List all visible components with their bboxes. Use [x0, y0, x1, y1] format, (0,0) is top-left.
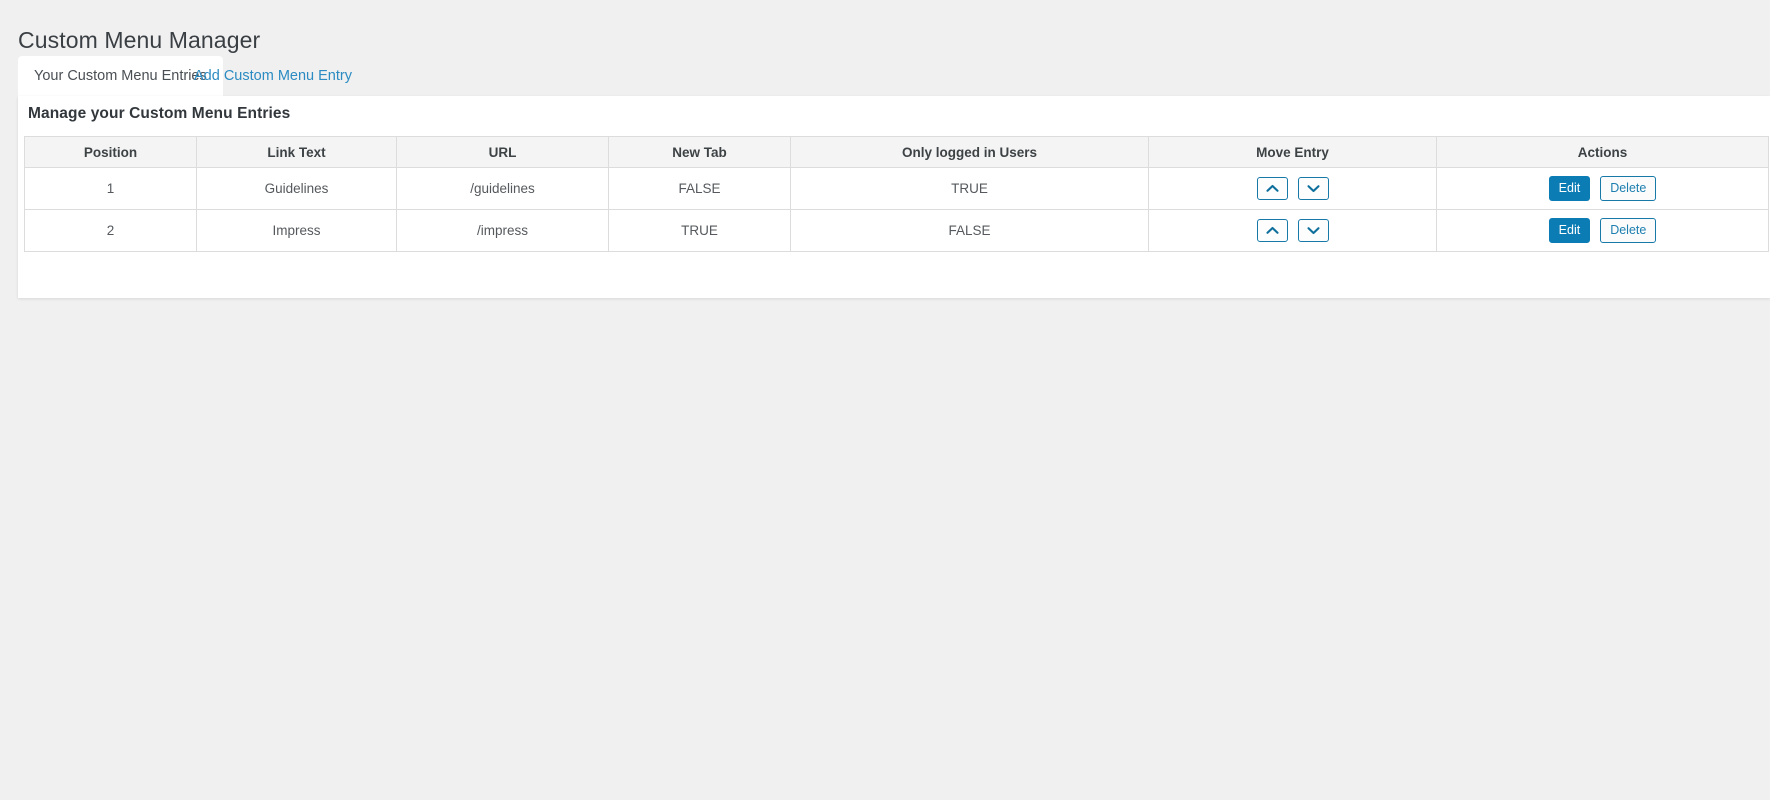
move-down-button[interactable]: [1297, 219, 1329, 242]
column-header-new-tab: New Tab: [608, 136, 791, 168]
chevron-down-icon: [1306, 184, 1320, 193]
cell-url: /impress: [396, 209, 609, 252]
cell-actions: Edit Delete: [1436, 167, 1769, 210]
cell-only-logged-in-users: TRUE: [790, 167, 1149, 210]
cell-new-tab: FALSE: [608, 167, 791, 210]
move-buttons-group: [1149, 219, 1436, 242]
column-header-position: Position: [24, 136, 197, 168]
chevron-up-icon: [1265, 226, 1279, 235]
custom-menu-entries-table: Position Link Text URL New Tab Only logg…: [24, 136, 1769, 252]
cell-position: 2: [24, 209, 197, 252]
cell-url: /guidelines: [396, 167, 609, 210]
edit-button[interactable]: Edit: [1548, 217, 1591, 244]
move-down-button[interactable]: [1297, 177, 1329, 200]
table-body: 1 Guidelines /guidelines FALSE TRUE Edit…: [24, 167, 1769, 252]
table-row: 1 Guidelines /guidelines FALSE TRUE Edit…: [24, 167, 1769, 210]
delete-button[interactable]: Delete: [1600, 217, 1657, 244]
move-up-button[interactable]: [1256, 219, 1288, 242]
column-header-url: URL: [396, 136, 609, 168]
column-header-only-logged-in-users: Only logged in Users: [790, 136, 1149, 168]
tab-add-custom-menu-entry[interactable]: Add Custom Menu Entry: [178, 56, 368, 96]
action-buttons-group: Edit Delete: [1437, 217, 1768, 244]
cell-move-entry: [1148, 167, 1437, 210]
table-header-row: Position Link Text URL New Tab Only logg…: [24, 136, 1769, 168]
tab-label: Add Custom Menu Entry: [194, 68, 352, 84]
cell-link-text: Guidelines: [196, 167, 397, 210]
column-header-link-text: Link Text: [196, 136, 397, 168]
chevron-up-icon: [1265, 184, 1279, 193]
cell-link-text: Impress: [196, 209, 397, 252]
move-buttons-group: [1149, 177, 1436, 200]
cell-only-logged-in-users: FALSE: [790, 209, 1149, 252]
tab-strip: Your Custom Menu Entries Add Custom Menu…: [0, 56, 1770, 96]
action-buttons-group: Edit Delete: [1437, 175, 1768, 202]
edit-button[interactable]: Edit: [1548, 175, 1591, 202]
page-title: Custom Menu Manager: [18, 27, 261, 54]
delete-button[interactable]: Delete: [1600, 175, 1657, 202]
column-header-move-entry: Move Entry: [1148, 136, 1437, 168]
move-up-button[interactable]: [1256, 177, 1288, 200]
table-header: Position Link Text URL New Tab Only logg…: [24, 136, 1769, 168]
panel-heading: Manage your Custom Menu Entries: [28, 105, 291, 122]
column-header-actions: Actions: [1436, 136, 1769, 168]
cell-new-tab: TRUE: [608, 209, 791, 252]
cell-position: 1: [24, 167, 197, 210]
cell-actions: Edit Delete: [1436, 209, 1769, 252]
cell-move-entry: [1148, 209, 1437, 252]
entries-panel: Manage your Custom Menu Entries Position…: [18, 96, 1770, 298]
custom-menu-manager-page: Custom Menu Manager Your Custom Menu Ent…: [0, 0, 1770, 800]
chevron-down-icon: [1306, 226, 1320, 235]
table-row: 2 Impress /impress TRUE FALSE Edit Delet…: [24, 209, 1769, 252]
